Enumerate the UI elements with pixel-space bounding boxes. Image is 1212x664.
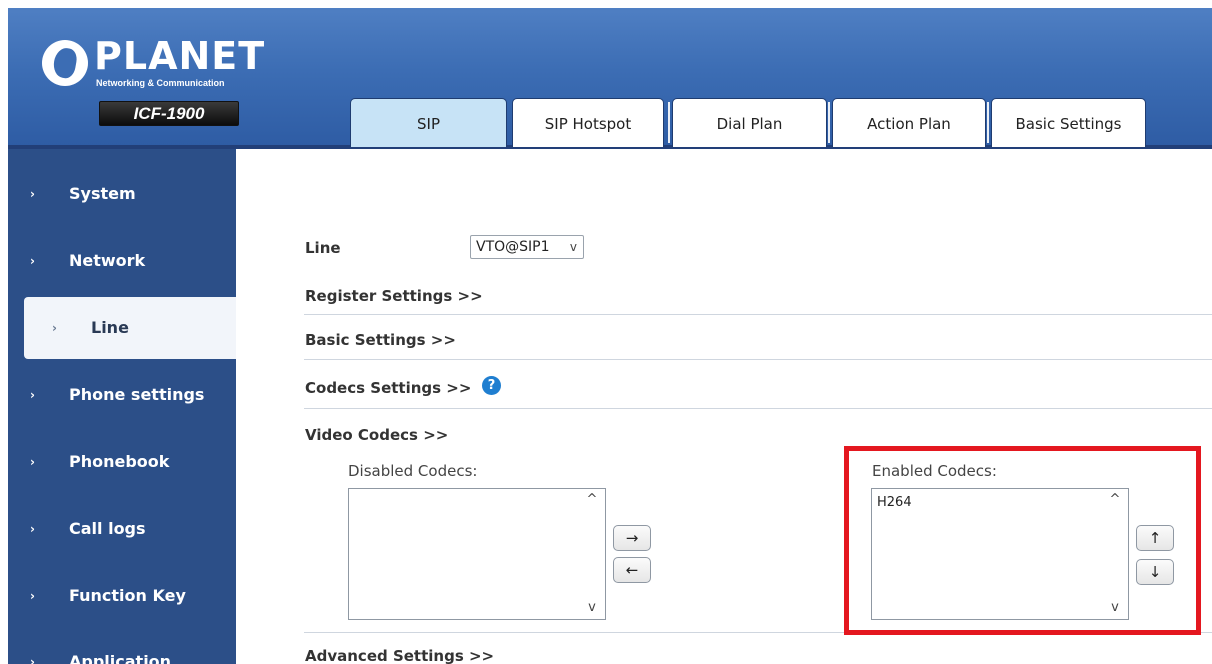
divider xyxy=(304,314,1212,315)
chevron-right-icon: › xyxy=(30,254,35,268)
sidebar-item-application[interactable]: › Application xyxy=(8,631,236,664)
divider xyxy=(304,408,1212,409)
logo-text: PLANET xyxy=(94,34,266,78)
tab-action-plan[interactable]: Action Plan xyxy=(832,98,986,147)
tab-separator xyxy=(668,102,670,143)
sidebar: › System › Network › Line › Phone settin… xyxy=(8,149,236,664)
enabled-codecs-list[interactable]: H264 ^ v xyxy=(871,488,1129,620)
planet-logo-icon xyxy=(42,40,88,86)
tab-separator xyxy=(987,102,989,143)
chevron-right-icon: › xyxy=(30,589,35,603)
move-right-button[interactable]: → xyxy=(613,525,651,551)
line-select-value: VTO@SIP1 xyxy=(476,239,550,255)
chevron-down-icon: v xyxy=(569,240,577,254)
codecs-settings-toggle[interactable]: Codecs Settings >> xyxy=(305,379,471,397)
enabled-codecs-title: Enabled Codecs: xyxy=(872,462,997,480)
logo-subtitle: Networking & Communication xyxy=(96,78,225,88)
chevron-right-icon: › xyxy=(30,455,35,469)
list-item[interactable]: H264 xyxy=(877,495,912,510)
chevron-right-icon: › xyxy=(30,388,35,402)
main-content: Line VTO@SIP1 v Register Settings >> Bas… xyxy=(236,149,1212,664)
divider xyxy=(304,632,1212,633)
chevron-right-icon: › xyxy=(30,655,35,664)
move-left-button[interactable]: ← xyxy=(613,557,651,583)
sidebar-item-label: Network xyxy=(69,251,146,270)
scroll-down-icon[interactable]: v xyxy=(585,601,599,615)
tab-dial-plan[interactable]: Dial Plan xyxy=(672,98,827,147)
sidebar-item-system[interactable]: › System xyxy=(8,163,236,225)
tab-sip-hotspot[interactable]: SIP Hotspot xyxy=(512,98,664,147)
move-up-button[interactable]: ↑ xyxy=(1136,525,1174,551)
tab-basic-settings[interactable]: Basic Settings xyxy=(991,98,1146,147)
tab-separator xyxy=(828,102,830,143)
help-icon[interactable]: ? xyxy=(482,376,501,395)
sidebar-item-label: Line xyxy=(91,318,129,337)
sidebar-item-label: Phonebook xyxy=(69,452,170,471)
sidebar-item-call-logs[interactable]: › Call logs xyxy=(8,498,236,560)
sidebar-item-label: Function Key xyxy=(69,586,186,605)
chevron-right-icon: › xyxy=(30,522,35,536)
sidebar-item-line[interactable]: › Line xyxy=(24,297,236,359)
chevron-right-icon: › xyxy=(30,187,35,201)
chevron-right-icon: › xyxy=(52,321,57,335)
line-label: Line xyxy=(305,239,341,257)
video-codecs-toggle[interactable]: Video Codecs >> xyxy=(305,426,448,444)
sidebar-item-label: System xyxy=(69,184,136,203)
advanced-settings-toggle[interactable]: Advanced Settings >> xyxy=(305,647,494,664)
disabled-codecs-list[interactable]: ^ v xyxy=(348,488,606,620)
sidebar-item-label: Call logs xyxy=(69,519,146,538)
scroll-up-icon[interactable]: ^ xyxy=(1108,493,1122,507)
tab-sip[interactable]: SIP xyxy=(350,98,507,147)
scroll-up-icon[interactable]: ^ xyxy=(585,493,599,507)
planet-logo: PLANET Networking & Communication xyxy=(42,34,264,94)
sidebar-item-label: Phone settings xyxy=(69,385,205,404)
move-down-button[interactable]: ↓ xyxy=(1136,559,1174,585)
sidebar-item-function-key[interactable]: › Function Key xyxy=(8,565,236,627)
model-badge: ICF-1900 xyxy=(99,101,239,126)
basic-settings-toggle[interactable]: Basic Settings >> xyxy=(305,331,456,349)
line-select[interactable]: VTO@SIP1 v xyxy=(470,235,584,259)
register-settings-toggle[interactable]: Register Settings >> xyxy=(305,287,483,305)
sidebar-item-phonebook[interactable]: › Phonebook xyxy=(8,431,236,493)
sidebar-item-network[interactable]: › Network xyxy=(8,230,236,292)
sidebar-item-phone-settings[interactable]: › Phone settings xyxy=(8,364,236,426)
divider xyxy=(304,359,1212,360)
sidebar-item-label: Application xyxy=(69,652,172,664)
scroll-down-icon[interactable]: v xyxy=(1108,601,1122,615)
disabled-codecs-title: Disabled Codecs: xyxy=(348,462,478,480)
